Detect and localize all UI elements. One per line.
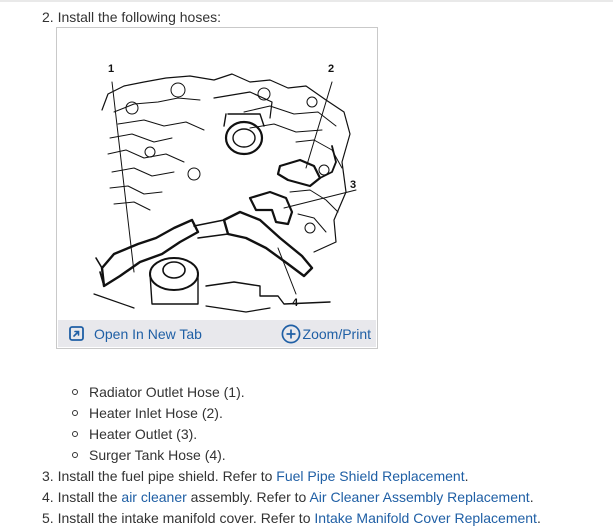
bullet-icon (72, 431, 78, 437)
step-4-text-b: assembly. Refer to (186, 489, 310, 505)
bullet-icon (72, 452, 78, 458)
step-5: 5. Install the intake manifold cover. Re… (42, 509, 541, 527)
hose-item-text: Heater Outlet (3). (89, 426, 198, 442)
callout-3: 3 (350, 179, 356, 191)
bullet-icon (72, 410, 78, 416)
step-2-text: Install the following hoses: (57, 9, 222, 25)
fuel-pipe-shield-link[interactable]: Fuel Pipe Shield Replacement (276, 468, 464, 484)
figure-toolbar: Open In New Tab Zoom/Print (58, 320, 376, 347)
intake-manifold-cover-link[interactable]: Intake Manifold Cover Replacement (314, 510, 537, 526)
air-cleaner-link[interactable]: air cleaner (121, 489, 186, 505)
open-in-new-tab-label: Open In New Tab (94, 325, 202, 342)
hose-item-text: Radiator Outlet Hose (1). (89, 384, 245, 400)
hose-item-text: Surger Tank Hose (4). (89, 447, 226, 463)
zoom-print-label: Zoom/Print (302, 325, 371, 342)
step-3-end: . (464, 468, 469, 484)
hose-figure: 1 2 3 4 Open In New Tab Zoom/Print (56, 27, 378, 349)
step-3: 3. Install the fuel pipe shield. Refer t… (42, 467, 469, 485)
callout-1: 1 (108, 63, 114, 75)
step-4-text-a: Install the (57, 489, 122, 505)
step-3-text: Install the fuel pipe shield. Refer to (57, 468, 277, 484)
plus-circle-icon (281, 324, 300, 343)
step-4: 4. Install the air cleaner assembly. Ref… (42, 488, 534, 506)
engine-hose-illustration[interactable]: 1 2 3 4 (74, 42, 360, 320)
zoom-print-button[interactable]: Zoom/Print (281, 324, 371, 343)
step-4-end: . (529, 489, 534, 505)
step-2-number: 2. (42, 9, 54, 25)
step-3-number: 3. (42, 468, 54, 484)
callout-4: 4 (292, 297, 299, 309)
air-cleaner-assembly-link[interactable]: Air Cleaner Assembly Replacement (309, 489, 529, 505)
step-5-end: . (536, 510, 541, 526)
top-divider (0, 0, 613, 2)
hose-item-text: Heater Inlet Hose (2). (89, 405, 223, 421)
step-5-number: 5. (42, 510, 54, 526)
step-2: 2. Install the following hoses: (42, 8, 221, 26)
open-in-new-tab-icon (69, 326, 84, 341)
step-5-text: Install the intake manifold cover. Refer… (57, 510, 315, 526)
step-4-number: 4. (42, 489, 54, 505)
callout-2: 2 (328, 63, 334, 75)
open-in-new-tab-button[interactable]: Open In New Tab (69, 324, 202, 343)
bullet-icon (72, 389, 78, 395)
